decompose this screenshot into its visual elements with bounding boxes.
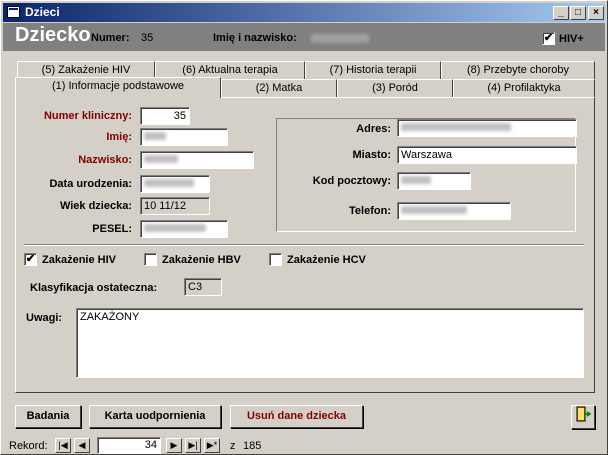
kod-pocztowy-field[interactable]: [397, 172, 471, 190]
hiv-header-checkbox[interactable]: ✔: [542, 32, 555, 45]
telefon-field[interactable]: [397, 202, 511, 220]
window: Dzieci _ □ × Dziecko Numer: 35 Imię i na…: [0, 0, 608, 455]
zakazenie-hcv-label: Zakażenie HCV: [287, 254, 366, 266]
nazwisko-label: Nazwisko:: [78, 154, 132, 166]
numer-label: Numer:: [91, 32, 130, 44]
uwagi-label: Uwagi:: [26, 312, 63, 324]
telefon-label: Telefon:: [349, 205, 391, 217]
badania-button[interactable]: Badania: [15, 405, 81, 428]
tab-informacje-podstawowe[interactable]: (1) Informacje podstawowe: [15, 77, 221, 98]
tab-profilaktyka[interactable]: (4) Profilaktyka: [453, 79, 595, 97]
adres-field[interactable]: [397, 119, 577, 137]
tab-panel: Numer kliniczny: 35 Imię: Nazwisko: Data…: [15, 97, 595, 393]
numer-kliniczny-field[interactable]: 35: [140, 107, 190, 125]
close-button[interactable]: ×: [588, 6, 604, 20]
miasto-field[interactable]: Warszawa: [397, 146, 577, 164]
record-number-field[interactable]: 34: [97, 437, 161, 454]
record-label: Rekord:: [9, 440, 48, 452]
pesel-label: PESEL:: [92, 223, 132, 235]
new-record-button[interactable]: ▶*: [204, 438, 220, 453]
tab-przebyte-choroby[interactable]: (8) Przebyte choroby: [441, 61, 595, 79]
title-bar: Dzieci _ □ ×: [3, 3, 605, 22]
uwagi-field[interactable]: ZAKAŻONY: [76, 308, 584, 378]
zakazenie-hiv-label: Zakażenie HIV: [42, 254, 116, 266]
miasto-label: Miasto:: [352, 149, 392, 161]
minimize-button[interactable]: _: [553, 6, 569, 20]
kod-pocztowy-label: Kod pocztowy:: [312, 175, 391, 187]
tab-porod[interactable]: (3) Poród: [337, 79, 453, 97]
exit-door-icon: [576, 406, 592, 422]
exit-door-button[interactable]: [571, 405, 595, 429]
hiv-header-label: HIV+: [559, 33, 584, 45]
first-record-button[interactable]: |◀: [55, 438, 71, 453]
usun-dane-button[interactable]: Usuń dane dziecka: [230, 405, 363, 428]
wiek-label: Wiek dziecka:: [59, 200, 132, 212]
zakazenie-hbv-checkbox[interactable]: [144, 253, 157, 266]
tab-matka[interactable]: (2) Matka: [221, 79, 337, 97]
divider: [24, 244, 584, 246]
maximize-button[interactable]: □: [570, 6, 586, 20]
prev-record-button[interactable]: ◀: [74, 438, 90, 453]
klasyfikacja-label: Klasyfikacja ostateczna:: [30, 282, 158, 294]
imie-field[interactable]: [140, 128, 228, 146]
form-heading: Dziecko: [15, 24, 91, 46]
numer-value: 35: [141, 32, 154, 44]
name-value-redacted: [311, 34, 369, 43]
numer-kliniczny-label: Numer kliniczny:: [43, 110, 132, 122]
zakazenie-hiv-checkbox[interactable]: ✔: [24, 253, 37, 266]
window-title: Dzieci: [25, 5, 60, 19]
klasyfikacja-field: C3: [184, 278, 222, 296]
karta-uodpornienia-button[interactable]: Karta uodpornienia: [89, 405, 221, 428]
zakazenie-hcv-checkbox[interactable]: [269, 253, 282, 266]
address-group: Adres: Miasto: Warszawa Kod pocztowy: Te…: [276, 118, 577, 232]
zakazenie-hbv-label: Zakażenie HBV: [162, 254, 241, 266]
header-band: Dziecko Numer: 35 Imię i nazwisko: ✔ HIV…: [3, 23, 605, 51]
imie-label: Imię:: [106, 131, 132, 143]
name-label: Imię i nazwisko:: [213, 32, 297, 44]
last-record-button[interactable]: ▶|: [185, 438, 201, 453]
adres-label: Adres:: [356, 123, 391, 135]
form-icon: [7, 6, 20, 18]
record-of-label: z: [230, 440, 236, 452]
data-urodzenia-field[interactable]: [140, 175, 210, 193]
data-urodzenia-label: Data urodzenia:: [49, 178, 132, 190]
record-total: 185: [243, 440, 262, 452]
next-record-button[interactable]: ▶: [166, 438, 182, 453]
wiek-field: 10 11/12: [140, 197, 210, 215]
pesel-field[interactable]: [140, 220, 228, 238]
nazwisko-field[interactable]: [140, 151, 254, 169]
tab-historia-terapii[interactable]: (7) Historia terapii: [305, 61, 441, 79]
